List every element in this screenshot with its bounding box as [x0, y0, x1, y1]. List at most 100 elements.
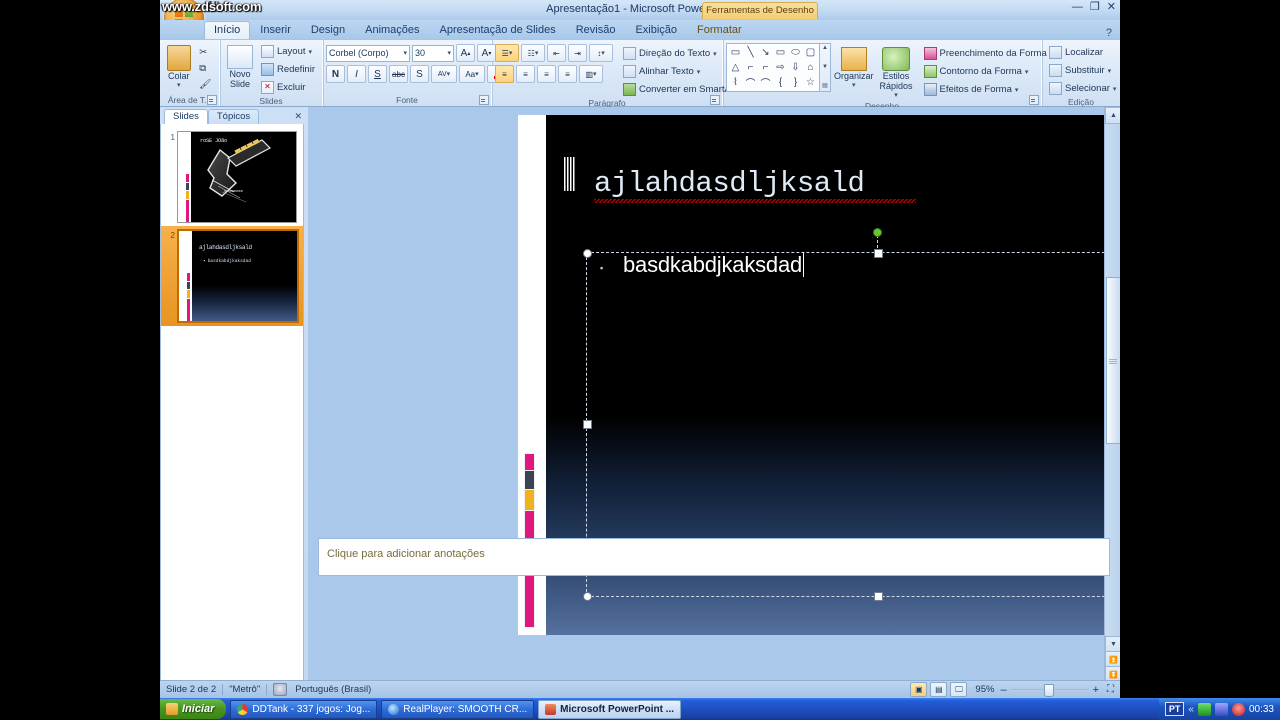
grow-font-button[interactable]: A ▴ [456, 44, 475, 62]
shape-elbow1-icon[interactable]: ⌐ [743, 60, 758, 75]
fit-to-window-button[interactable]: ⛶ [1107, 684, 1114, 695]
cut-button[interactable]: ✂ [195, 45, 215, 60]
network-tray-icon[interactable] [1214, 702, 1228, 716]
strikethrough-button[interactable]: abc [389, 65, 408, 83]
font-name-combo[interactable]: Corbel (Corpo) ▾ [326, 44, 410, 62]
taskbar-item-realplayer[interactable]: RealPlayer: SMOOTH CR... [381, 699, 535, 719]
body-text[interactable]: basdkabdjkaksdad [623, 252, 805, 278]
taskbar-item-powerpoint[interactable]: Microsoft PowerPoint ... [538, 699, 682, 719]
slide-thumbnail-1[interactable]: 1 mmmmmmmmm roSE JOão [161, 128, 303, 226]
view-slide-sorter-button[interactable]: ▤ [930, 682, 948, 697]
zoom-slider-thumb[interactable] [1043, 684, 1054, 697]
shape-outline-button[interactable]: Contorno da Forma ▾ [920, 63, 1058, 80]
quick-styles-button[interactable]: Estilos Rápidos ▾ [877, 43, 916, 101]
arrange-button[interactable]: Organizar ▾ [831, 43, 877, 91]
shape-fill-button[interactable]: Preenchimento da Forma▾ [920, 45, 1058, 62]
decrease-indent-button[interactable]: ⇤ [547, 44, 566, 62]
shape-elbow2-icon[interactable]: ⌐ [758, 60, 773, 75]
help-button[interactable]: ? [1106, 27, 1120, 39]
tab-apresentacao-de-slides[interactable]: Apresentação de Slides [430, 22, 566, 39]
tab-exibicao[interactable]: Exibição [625, 22, 687, 39]
rotation-handle[interactable] [873, 228, 882, 237]
reset-button[interactable]: Redefinir [257, 61, 319, 78]
slide-title-text[interactable]: ajlahdasdljksald [594, 167, 865, 200]
scroll-up-button[interactable]: ▲ [1105, 107, 1120, 124]
tab-design[interactable]: Design [301, 22, 355, 39]
select-button[interactable]: Selecionar ▾ [1045, 80, 1120, 97]
taskbar-item-ddtank[interactable]: DDTank - 337 jogos: Jog... [230, 699, 378, 719]
shapes-more-icon[interactable]: ▤ [820, 83, 830, 90]
tray-expand-icon[interactable]: « [1188, 704, 1194, 715]
close-pane-icon[interactable]: ✕ [294, 111, 302, 122]
shape-triangle-icon[interactable]: △ [728, 60, 743, 75]
shape-line-icon[interactable]: ╲ [743, 45, 758, 60]
underline-button[interactable]: S [368, 65, 387, 83]
paste-caret-icon[interactable]: ▾ [177, 81, 181, 89]
shape-arrow-icon[interactable]: ↘ [758, 45, 773, 60]
update-tray-icon[interactable] [1231, 702, 1245, 716]
bold-button[interactable]: N [326, 65, 345, 83]
shape-brace-left-icon[interactable]: { [773, 75, 788, 90]
tab-revisao[interactable]: Revisão [566, 22, 626, 39]
start-button[interactable]: Iniciar [160, 699, 227, 719]
notes-pane[interactable]: Clique para adicionar anotações [318, 538, 1110, 576]
text-shadow-button[interactable]: S [410, 65, 429, 83]
shape-rect-icon[interactable]: ▭ [773, 45, 788, 60]
bullets-button[interactable]: ☰ ▾ [495, 44, 519, 62]
theme-name[interactable]: "Metrô" [229, 684, 260, 695]
handle-top-left[interactable] [583, 249, 592, 258]
columns-button[interactable]: ▥ ▾ [579, 65, 603, 83]
shape-textbox-icon[interactable]: ▭ [728, 45, 743, 60]
line-spacing-button[interactable]: ↕ ▾ [589, 44, 613, 62]
slides-pane-body[interactable]: 1 mmmmmmmmm roSE JOão 2 ajlahdasdljksald… [160, 124, 304, 698]
shape-curve-icon[interactable]: ⌒ [743, 75, 758, 90]
shape-oval-icon[interactable]: ⬭ [788, 45, 803, 60]
minimize-button[interactable]: — [1072, 2, 1083, 13]
tab-inserir[interactable]: Inserir [250, 22, 301, 39]
scrollbar-thumb[interactable] [1106, 277, 1120, 444]
shape-right-arrow-icon[interactable]: ⇨ [773, 60, 788, 75]
shape-star-icon[interactable]: ☆ [803, 75, 818, 90]
view-normal-button[interactable]: ▣ [910, 682, 928, 697]
new-slide-button[interactable]: Novo Slide [223, 42, 257, 91]
align-left-button[interactable]: ≡ [495, 65, 514, 83]
tab-animacoes[interactable]: Animações [355, 22, 429, 39]
format-painter-button[interactable]: 🖌 [195, 77, 215, 92]
character-spacing-button[interactable]: AV ▾ [431, 65, 457, 83]
font-dialog-launcher[interactable] [479, 95, 489, 105]
paste-button[interactable]: Colar ▾ [164, 43, 194, 91]
shapes-scroll-down-icon[interactable]: ▼ [820, 64, 830, 71]
shape-pentagon-icon[interactable]: ⌂ [803, 60, 818, 75]
align-right-button[interactable]: ≡ [537, 65, 556, 83]
tab-formatar[interactable]: Formatar [687, 22, 752, 39]
view-slideshow-button[interactable]: 🖵 [950, 682, 968, 697]
replace-button[interactable]: Substituir ▾ [1045, 62, 1120, 79]
zoom-slider[interactable] [1010, 684, 1089, 697]
shapes-scroll[interactable]: ▲ ▼ ▤ [820, 43, 831, 92]
change-case-button[interactable]: Aa ▾ [459, 65, 485, 83]
handle-middle-left[interactable] [583, 420, 592, 429]
handle-bottom-left[interactable] [583, 592, 592, 601]
spell-check-icon[interactable] [273, 683, 288, 696]
clipboard-dialog-launcher[interactable] [207, 95, 217, 105]
shape-scribble-icon[interactable]: ⌇ [728, 75, 743, 90]
zoom-out-button[interactable]: – [1000, 684, 1006, 696]
shape-brace-right-icon[interactable]: } [788, 75, 803, 90]
justify-button[interactable]: ≡ [558, 65, 577, 83]
restore-button[interactable]: ❐ [1090, 2, 1100, 13]
shape-arc-icon[interactable]: ⌒ [758, 75, 773, 90]
pane-tab-slides[interactable]: Slides [164, 109, 208, 124]
tab-inicio[interactable]: Início [204, 21, 251, 39]
layout-button[interactable]: Layout ▾ [257, 43, 319, 60]
italic-button[interactable]: I [347, 65, 366, 83]
handle-top-center[interactable] [874, 249, 883, 258]
shape-roundrect-icon[interactable]: ▢ [803, 45, 818, 60]
drawing-dialog-launcher[interactable] [1029, 95, 1039, 105]
language-bar-pt[interactable]: PT [1164, 702, 1185, 716]
increase-indent-button[interactable]: ⇥ [568, 44, 587, 62]
find-button[interactable]: Localizar [1045, 44, 1120, 61]
close-button[interactable]: ✕ [1107, 2, 1116, 13]
paragraph-dialog-launcher[interactable] [710, 95, 720, 105]
shapes-scroll-up-icon[interactable]: ▲ [820, 45, 830, 52]
pane-tab-topicos[interactable]: Tópicos [207, 109, 260, 124]
